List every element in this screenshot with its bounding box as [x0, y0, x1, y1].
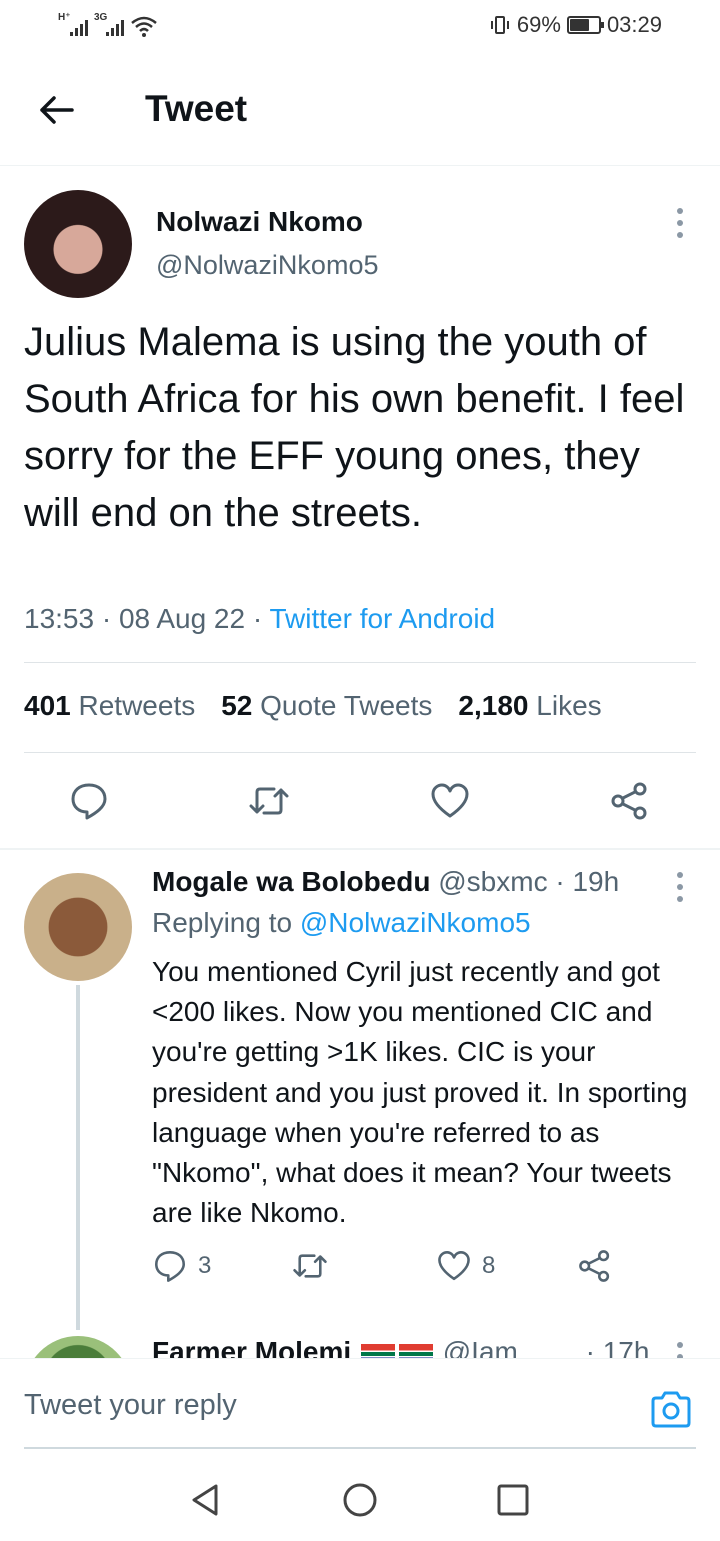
reply-input[interactable]: Tweet your reply	[24, 1389, 237, 1422]
wifi-icon	[131, 16, 157, 37]
author-handle[interactable]: @NolwaziNkomo5	[156, 250, 378, 281]
replying-prefix: Replying to	[152, 907, 300, 938]
retweets-count: 401	[24, 690, 71, 721]
author-name[interactable]: Nolwazi Nkomo	[156, 206, 363, 238]
reply-handle-time[interactable]: @sbxmc · 19h	[438, 866, 619, 897]
avatar[interactable]	[24, 1336, 132, 1358]
reply-time: · 17h	[585, 1336, 650, 1358]
nav-recents-icon[interactable]	[493, 1480, 533, 1520]
reply-icon	[155, 1251, 185, 1282]
status-right: 69% 03:29	[489, 12, 662, 38]
vibrate-icon	[490, 16, 509, 34]
arrow-left-icon[interactable]	[36, 90, 76, 130]
more-options-icon[interactable]	[675, 872, 685, 902]
clock: 03:29	[606, 12, 662, 37]
reply-text: You mentioned Cyril just recently and go…	[152, 956, 688, 1229]
more-options-icon[interactable]	[675, 208, 685, 238]
signal-icon: H⁺	[58, 12, 88, 38]
south-africa-flag-icon	[360, 1343, 395, 1358]
reply-handle[interactable]: @Iam	[443, 1336, 518, 1358]
avatar[interactable]	[24, 190, 132, 298]
likes-label: Likes	[536, 690, 602, 721]
app-header: Tweet	[0, 54, 720, 166]
reply-button[interactable]: 3	[152, 1248, 211, 1284]
tweet-text: Julius Malema is using the youth of Sout…	[24, 320, 685, 535]
tweet-actions	[0, 770, 720, 832]
divider	[24, 752, 696, 753]
like-count: 8	[482, 1252, 496, 1279]
network-type-label: H⁺	[58, 12, 71, 23]
quotes-stat[interactable]: 52 Quote Tweets	[221, 690, 432, 722]
reply-composer: Tweet your reply	[0, 1358, 720, 1450]
tweet-stats: 401 Retweets 52 Quote Tweets 2,180 Likes	[24, 690, 602, 722]
reply-header: Mogale wa Bolobedu @sbxmc · 19h	[152, 866, 619, 898]
replying-to-link[interactable]: @NolwaziNkomo5	[300, 907, 531, 938]
retweet-icon[interactable]	[248, 780, 290, 822]
retweet-icon	[293, 1254, 327, 1278]
replying-to: Replying to @NolwaziNkomo5	[152, 907, 531, 939]
likes-count: 2,180	[458, 690, 529, 721]
system-nav-bar	[0, 1460, 720, 1541]
divider	[24, 662, 696, 663]
quotes-label: Quote Tweets	[260, 690, 433, 721]
tweet-timestamp: 13:53 · 08 Aug 22 ·	[24, 603, 270, 634]
section-divider	[0, 848, 720, 850]
more-options-icon[interactable]	[675, 1342, 685, 1358]
heart-icon	[438, 1251, 470, 1281]
battery-percent: 69%	[516, 12, 561, 37]
avatar[interactable]	[24, 873, 132, 981]
retweets-label: Retweets	[78, 690, 196, 721]
reply-count: 3	[198, 1252, 212, 1279]
likes-stat[interactable]: 2,180 Likes	[458, 690, 601, 722]
reply-author-name[interactable]: Farmer Molemi	[152, 1336, 351, 1358]
heart-icon[interactable]	[429, 780, 471, 822]
like-button[interactable]: 8	[436, 1248, 495, 1284]
reply-header: Farmer Molemi @Iam · 17h	[152, 1336, 649, 1358]
share-icon[interactable]	[609, 780, 651, 822]
nav-back-icon[interactable]	[186, 1480, 226, 1520]
retweet-button[interactable]	[292, 1248, 328, 1284]
tweet-meta: 13:53 · 08 Aug 22 · Twitter for Android	[24, 603, 495, 635]
reply-icon[interactable]	[68, 780, 110, 822]
thread-line	[76, 985, 80, 1330]
quotes-count: 52	[221, 690, 253, 721]
page-title: Tweet	[145, 88, 248, 129]
camera-icon[interactable]	[649, 1387, 693, 1431]
signal-icon: 3G	[94, 12, 124, 38]
south-africa-flag-icon	[398, 1343, 433, 1358]
nav-home-icon[interactable]	[340, 1480, 380, 1520]
input-underline	[24, 1447, 696, 1449]
status-bar: H⁺ 3G 69% 03:29	[0, 0, 720, 54]
reply-actions: 3 8	[152, 1248, 672, 1292]
network-indicators: H⁺ 3G	[58, 12, 158, 38]
tweet-source-link[interactable]: Twitter for Android	[269, 603, 495, 634]
share-icon	[579, 1250, 610, 1282]
reply-author-name[interactable]: Mogale wa Bolobedu	[152, 866, 430, 897]
next-reply[interactable]: Farmer Molemi @Iam · 17h	[0, 1330, 720, 1358]
battery-icon	[566, 16, 604, 34]
share-button[interactable]	[577, 1248, 613, 1284]
retweets-stat[interactable]: 401 Retweets	[24, 690, 195, 722]
